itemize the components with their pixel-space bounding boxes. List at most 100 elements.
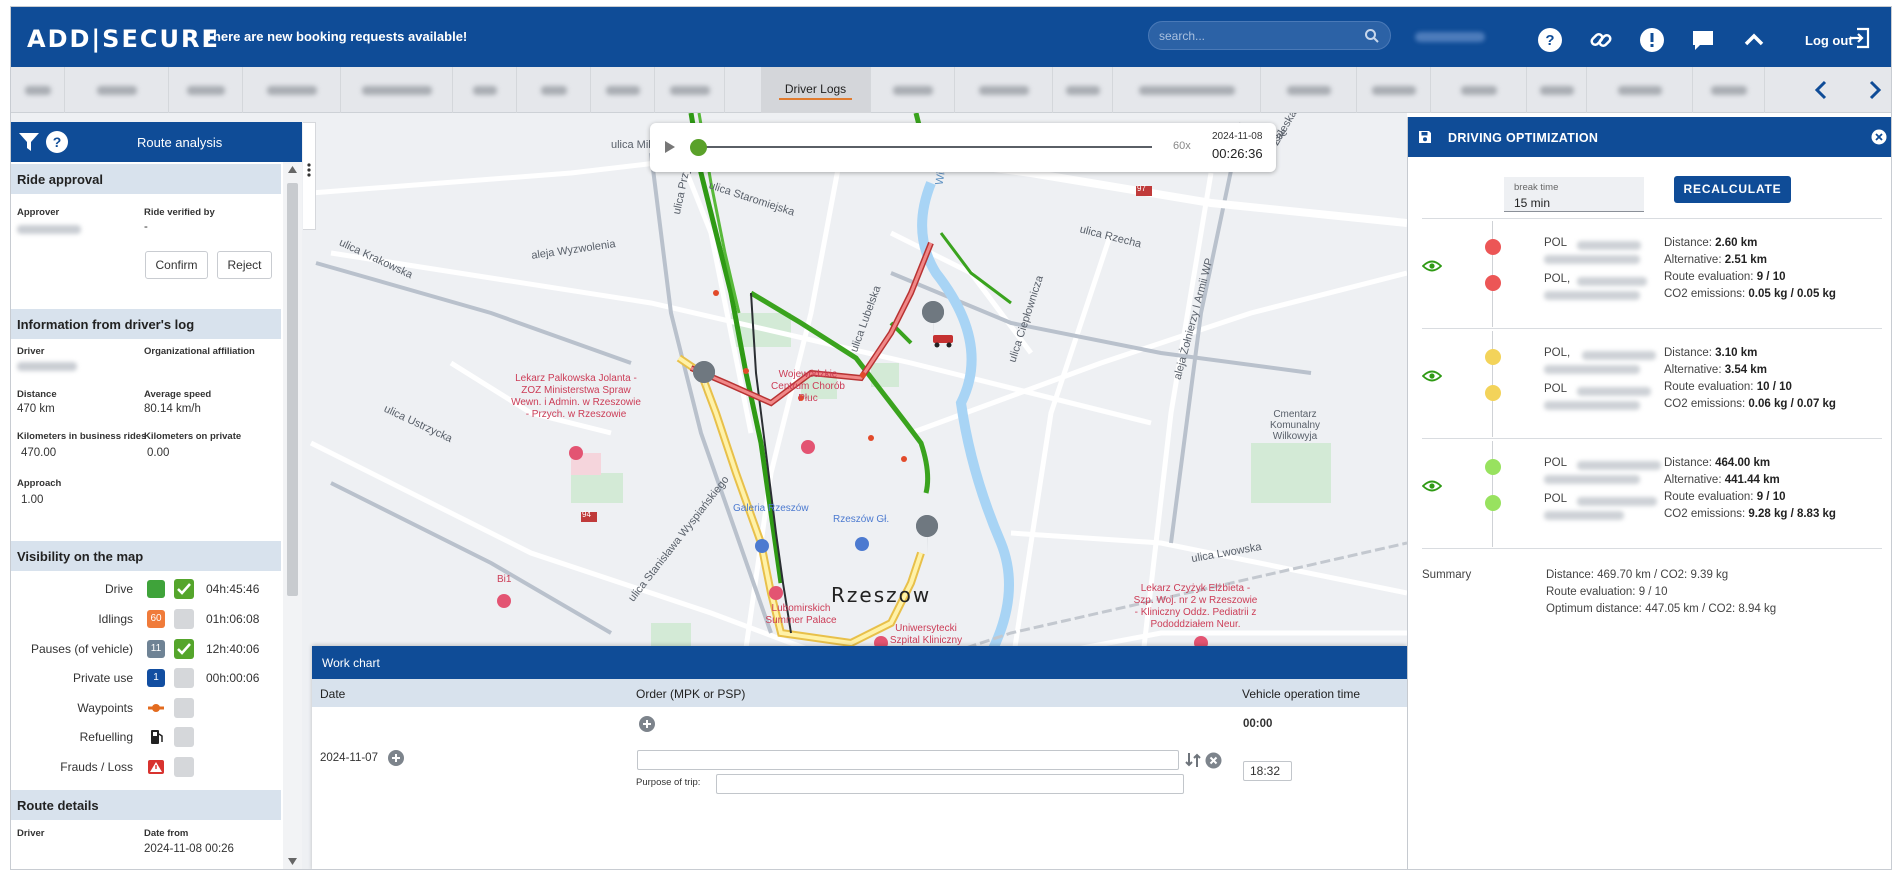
approach-label: Approach xyxy=(17,478,62,489)
tabs-next-icon[interactable] xyxy=(1865,80,1885,100)
route-analysis-header: ? Route analysis xyxy=(11,122,302,162)
visibility-row-frauds: Frauds / Loss xyxy=(11,756,281,778)
idlings-checkbox[interactable] xyxy=(174,609,194,629)
save-icon[interactable] xyxy=(1418,130,1432,144)
tabs-bar: Driver Logs xyxy=(11,67,1891,113)
purpose-input[interactable] xyxy=(716,774,1184,794)
close-icon[interactable] xyxy=(1871,129,1887,145)
swap-icon[interactable] xyxy=(1184,751,1202,769)
pauses-time: 12h:40:06 xyxy=(206,642,260,656)
top-bar: ADD|SECURE There are new booking request… xyxy=(11,7,1891,67)
tab-19[interactable] xyxy=(1587,67,1693,113)
help-icon[interactable]: ? xyxy=(1537,27,1563,53)
ride-verified-label: Ride verified by xyxy=(144,207,215,218)
play-icon[interactable] xyxy=(664,140,676,154)
route-start-dot xyxy=(1485,349,1501,365)
tab-14[interactable] xyxy=(1113,67,1261,113)
search-input[interactable] xyxy=(1159,27,1359,45)
operation-time-input[interactable]: 18:32 xyxy=(1243,761,1292,781)
add-order-icon[interactable] xyxy=(639,716,655,732)
tab-2[interactable] xyxy=(65,67,169,113)
route-from-address xyxy=(1582,351,1656,360)
tab-9[interactable] xyxy=(655,67,725,113)
tab-3[interactable] xyxy=(169,67,243,113)
route-to: POL, xyxy=(1544,273,1571,285)
fuel-pump-icon xyxy=(151,730,163,744)
panel-resize-handle[interactable] xyxy=(303,122,316,230)
reject-button[interactable]: Reject xyxy=(217,251,272,279)
drive-checkbox[interactable] xyxy=(174,579,194,599)
driving-optimization-header: DRIVING OPTIMIZATION xyxy=(1408,117,1891,157)
refuelling-checkbox[interactable] xyxy=(174,727,194,747)
poi-label: Uniwersytecki Szpital Kliniczny xyxy=(889,623,963,646)
tab-16[interactable] xyxy=(1357,67,1431,113)
route-end-dot xyxy=(1485,495,1501,511)
logout-link[interactable]: Log out xyxy=(1805,33,1853,48)
link-icon[interactable] xyxy=(1588,27,1614,53)
playback-track[interactable] xyxy=(698,146,1152,148)
more-vertical-icon[interactable] xyxy=(307,163,311,177)
tab-12[interactable] xyxy=(955,67,1053,113)
remove-icon[interactable] xyxy=(1205,752,1222,769)
divider xyxy=(1422,548,1882,549)
route-analysis-content[interactable]: Ride approval Approver Ride verified by … xyxy=(11,162,302,869)
confirm-button[interactable]: Confirm xyxy=(145,251,208,279)
recalculate-button[interactable]: RECALCULATE xyxy=(1674,176,1791,203)
summary-distance: Distance: 469.70 km / CO2: 9.39 kg xyxy=(1546,569,1729,581)
alert-icon[interactable] xyxy=(1639,27,1665,53)
help-icon[interactable]: ? xyxy=(45,130,69,154)
tab-15[interactable] xyxy=(1261,67,1357,113)
tab-17[interactable] xyxy=(1431,67,1527,113)
route-details-heading: Route details xyxy=(11,790,281,820)
playback-slider-handle[interactable] xyxy=(690,139,707,156)
chevron-up-icon[interactable] xyxy=(1741,27,1767,53)
summary-label: Summary xyxy=(1422,569,1472,581)
tab-11[interactable] xyxy=(871,67,955,113)
private-use-checkbox[interactable] xyxy=(174,668,194,688)
add-date-icon[interactable] xyxy=(388,750,404,766)
filter-icon[interactable] xyxy=(17,130,41,154)
eye-icon[interactable] xyxy=(1422,479,1442,493)
poi-label: Lekarz Palkowska Jolanta - ZOZ Ministers… xyxy=(511,373,641,420)
column-operation-time: Vehicle operation time xyxy=(1242,687,1361,701)
left-panel-scrollbar[interactable] xyxy=(283,162,302,869)
tab-7[interactable] xyxy=(517,67,591,113)
private-use-badge: 1 xyxy=(147,669,165,687)
route-alternative: Alternative: 2.51 km xyxy=(1664,254,1767,266)
tabs-prev-icon[interactable] xyxy=(1811,80,1831,100)
tab-5[interactable] xyxy=(341,67,453,113)
frauds-checkbox[interactable] xyxy=(174,757,194,777)
eye-icon[interactable] xyxy=(1422,369,1442,383)
order-input[interactable] xyxy=(637,750,1179,770)
private-use-time: 00h:00:06 xyxy=(206,671,260,685)
left-panel-scroll-thumb[interactable] xyxy=(287,183,298,596)
search-box[interactable] xyxy=(1148,21,1391,50)
pauses-checkbox[interactable] xyxy=(174,639,194,659)
break-time-label: break time xyxy=(1514,182,1559,193)
eye-icon[interactable] xyxy=(1422,259,1442,273)
playback-speed[interactable]: 60x xyxy=(1173,140,1191,152)
break-time-field[interactable]: break time 15 min xyxy=(1504,177,1644,212)
chat-icon[interactable] xyxy=(1690,27,1716,53)
logout-icon[interactable] xyxy=(1849,26,1871,50)
work-chart-panel: Work chart Date Order (MPK or PSP) Vehic… xyxy=(312,646,1407,869)
scroll-up-icon[interactable] xyxy=(288,166,297,173)
tab-1[interactable] xyxy=(11,67,65,113)
tab-20[interactable] xyxy=(1693,67,1765,113)
visibility-row-refuelling: Refuelling xyxy=(11,726,281,748)
tab-6[interactable] xyxy=(453,67,517,113)
scroll-down-icon[interactable] xyxy=(288,858,297,865)
tab-18[interactable] xyxy=(1527,67,1587,113)
logo[interactable]: ADD|SECURE xyxy=(27,25,220,53)
user-name[interactable] xyxy=(1415,32,1485,42)
pauses-badge: 11 xyxy=(147,640,165,658)
tab-13[interactable] xyxy=(1053,67,1113,113)
tab-8[interactable] xyxy=(591,67,655,113)
drive-time: 04h:45:46 xyxy=(206,582,260,596)
waypoints-checkbox[interactable] xyxy=(174,698,194,718)
distance-value: 470 km xyxy=(17,403,55,415)
tab-driver-logs[interactable]: Driver Logs xyxy=(761,67,871,113)
booking-banner[interactable]: There are new booking requests available… xyxy=(205,29,467,44)
search-icon[interactable] xyxy=(1364,28,1380,44)
tab-4[interactable] xyxy=(243,67,341,113)
